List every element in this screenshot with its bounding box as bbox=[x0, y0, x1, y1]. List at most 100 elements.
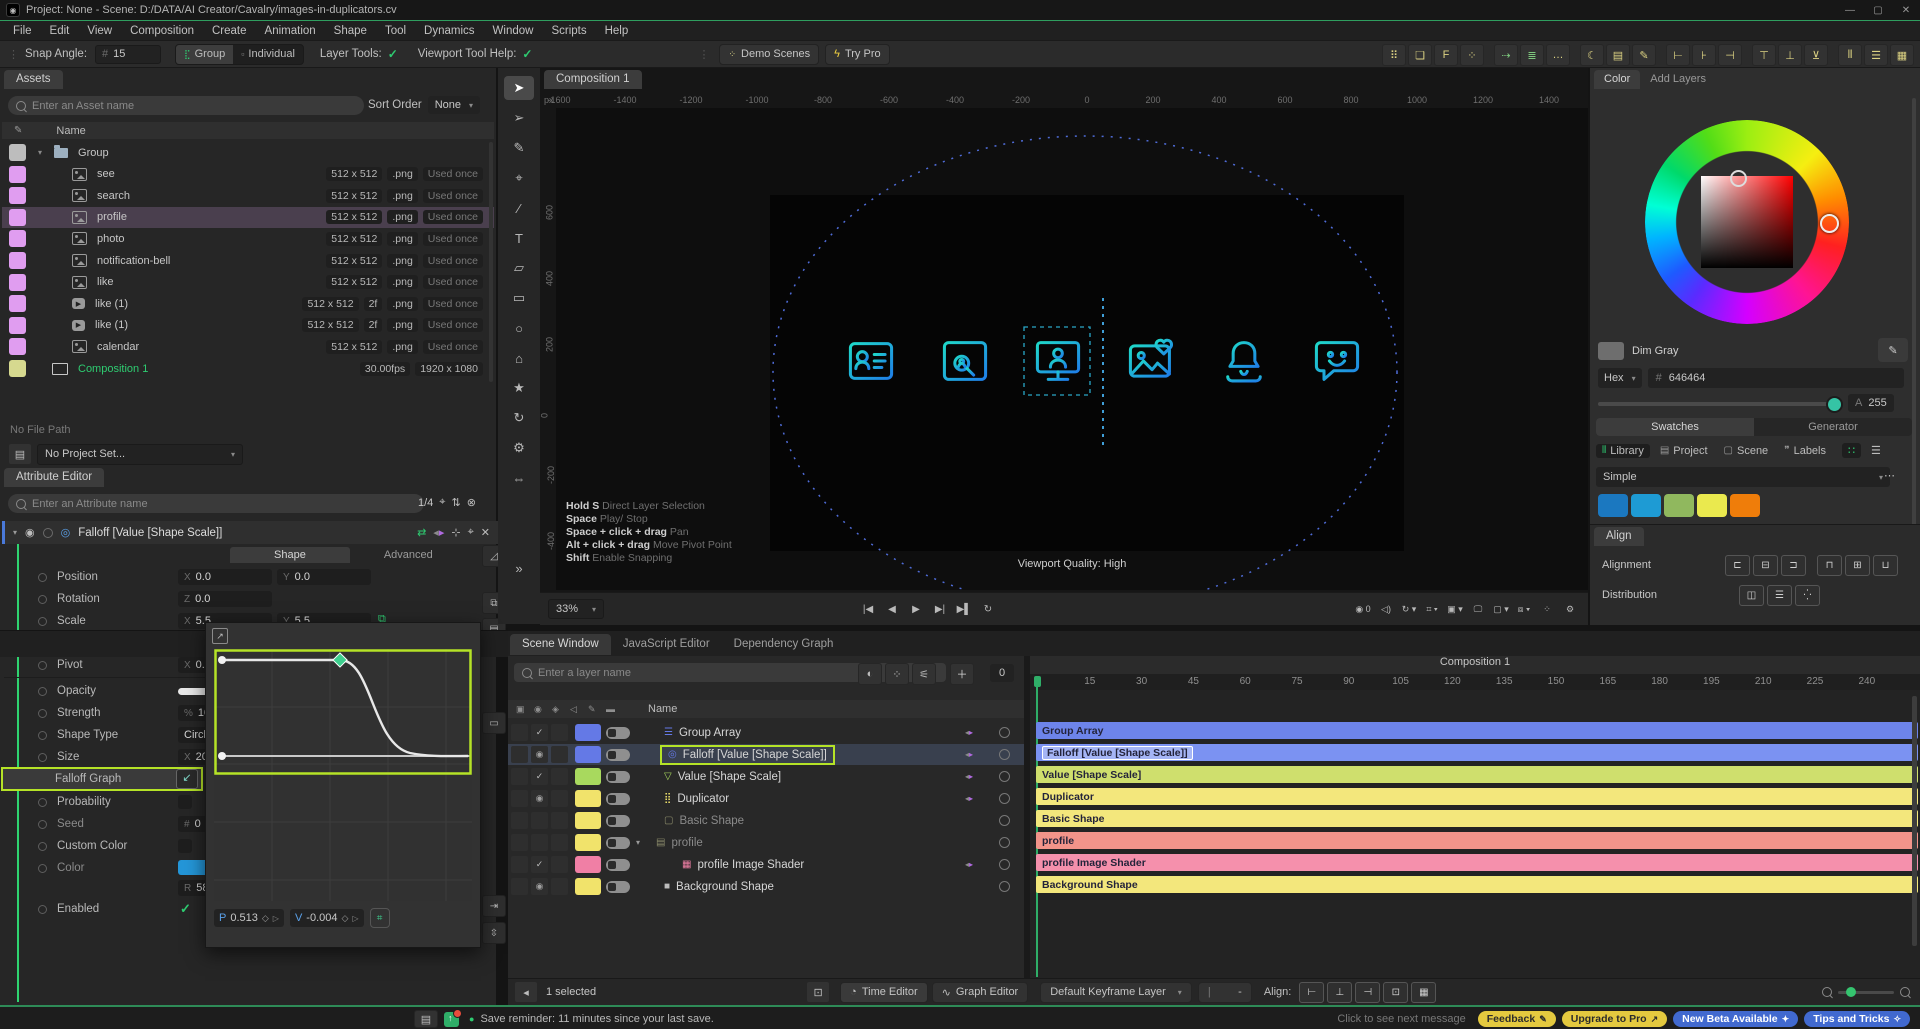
keyframe-dot[interactable] bbox=[38, 687, 47, 696]
group-mode-button[interactable]: ⣏ Group bbox=[176, 45, 233, 64]
menu-create[interactable]: Create bbox=[203, 25, 256, 37]
layer-circle-toggle[interactable] bbox=[999, 837, 1010, 848]
color-mode-select[interactable]: Hex▾ bbox=[1598, 368, 1642, 388]
viewport-canvas[interactable]: Hold S Direct Layer SelectionSpace Play/… bbox=[556, 108, 1588, 590]
swatch-chip[interactable] bbox=[1631, 494, 1661, 517]
expand-graph-icon[interactable]: ↗ bbox=[212, 628, 228, 644]
layer-row[interactable]: ✓▽Value [Shape Scale]◂▸ bbox=[508, 766, 1024, 787]
attribute-search-input[interactable]: Enter an Attribute name bbox=[8, 494, 424, 513]
layer-circle-toggle[interactable] bbox=[999, 771, 1010, 782]
menu-composition[interactable]: Composition bbox=[121, 25, 203, 37]
menu-tool[interactable]: Tool bbox=[376, 25, 415, 37]
zoom-selected-icon[interactable]: ⌖ bbox=[439, 496, 445, 509]
layer-circle-toggle[interactable] bbox=[999, 727, 1010, 738]
align-tab[interactable]: Align bbox=[1594, 527, 1644, 546]
columns-icon[interactable]: ⫴ bbox=[1838, 44, 1862, 66]
layer-circle-toggle[interactable] bbox=[999, 881, 1010, 892]
visibility-cell[interactable]: ◉ bbox=[531, 790, 548, 807]
chip-upgrade-to-pro[interactable]: Upgrade to Pro↗ bbox=[1562, 1011, 1667, 1027]
keyframe-dot[interactable] bbox=[38, 595, 47, 604]
hue-cursor[interactable] bbox=[1820, 214, 1839, 233]
lock-cell[interactable] bbox=[511, 812, 528, 829]
scatter-add-icon[interactable]: ⁘ bbox=[885, 663, 909, 685]
falloff-graph-button[interactable]: ↙ bbox=[176, 769, 198, 789]
dock-icon[interactable]: ⊡ bbox=[806, 981, 830, 1003]
chevron-down-icon[interactable]: ▾ bbox=[38, 148, 42, 157]
timeline-ruler[interactable]: 0153045607590105120135150165180195210225… bbox=[1030, 674, 1920, 690]
swatch-chip[interactable] bbox=[1664, 494, 1694, 517]
asset-color-swatch[interactable] bbox=[9, 338, 26, 355]
attr-field[interactable]: Z0.0 bbox=[178, 591, 272, 607]
cube-icon[interactable]: ❏ bbox=[1408, 44, 1432, 66]
next-frame-icon[interactable]: ▶| bbox=[930, 600, 950, 618]
layer-circle-toggle[interactable] bbox=[999, 859, 1010, 870]
align-middle-icon[interactable]: ⊥ bbox=[1778, 44, 1802, 66]
camera-badge[interactable]: ◉ 0 bbox=[1353, 600, 1373, 618]
menu-dynamics[interactable]: Dynamics bbox=[415, 25, 483, 37]
step-icon[interactable]: ▷ bbox=[273, 914, 279, 923]
asset-row[interactable]: calendar512 x 512.pngUsed once bbox=[2, 336, 494, 357]
screen-icon[interactable]: 🖵 bbox=[1468, 600, 1488, 618]
keyframe-value-field[interactable]: |- bbox=[1198, 982, 1252, 1003]
layer-row[interactable]: ◉⣿Duplicator◂▸ bbox=[508, 788, 1024, 809]
asset-color-swatch[interactable] bbox=[9, 209, 26, 226]
timeline-track-bar[interactable]: Duplicator bbox=[1036, 788, 1918, 805]
eyedropper-button[interactable]: ✎ bbox=[1878, 338, 1908, 362]
solo-cell[interactable] bbox=[551, 790, 568, 807]
settings-sliders-icon[interactable]: ⚟ bbox=[912, 663, 936, 685]
falloff-curve-graph[interactable] bbox=[214, 649, 472, 901]
time-editor-button[interactable]: ◔ Time Editor bbox=[840, 982, 927, 1003]
footer-align-1[interactable]: ⊥ bbox=[1327, 982, 1352, 1003]
keyframe-dot[interactable] bbox=[38, 905, 47, 914]
solo-circle-icon[interactable] bbox=[43, 528, 53, 538]
timeline-track-bar[interactable]: Group Array bbox=[1036, 722, 1918, 739]
rectangle-tool[interactable]: ▭ bbox=[504, 286, 534, 310]
layer-row[interactable]: ✓▦profile Image Shader◂▸ bbox=[508, 854, 1024, 875]
graph-editor-button[interactable]: ∿ Graph Editor bbox=[932, 982, 1029, 1003]
lock-cell[interactable] bbox=[511, 790, 528, 807]
swatch-options-icon[interactable]: ⋯ bbox=[1884, 469, 1895, 482]
lock-cell[interactable] bbox=[511, 856, 528, 873]
render-toggle[interactable] bbox=[606, 881, 630, 893]
alpha-field[interactable]: A255 bbox=[1848, 394, 1894, 412]
attribute-editor-tab[interactable]: Attribute Editor bbox=[4, 468, 104, 487]
asset-row[interactable]: photo512 x 512.pngUsed once bbox=[2, 228, 494, 249]
gear-tool[interactable]: ⚙ bbox=[504, 436, 534, 460]
footer-align-2[interactable]: ⊣ bbox=[1355, 982, 1380, 1003]
update-badge-icon[interactable]: ↑ bbox=[444, 1012, 459, 1027]
swatch-chip[interactable] bbox=[1598, 494, 1628, 517]
menu-animation[interactable]: Animation bbox=[256, 25, 325, 37]
menu-edit[interactable]: Edit bbox=[41, 25, 79, 37]
render-toggle[interactable] bbox=[606, 771, 630, 783]
asset-color-swatch[interactable] bbox=[9, 252, 26, 269]
timeline-track-bar[interactable]: Basic Shape bbox=[1036, 810, 1918, 827]
solo-cell[interactable] bbox=[551, 812, 568, 829]
image-icon[interactable]: ▣ ▾ bbox=[1445, 600, 1465, 618]
asset-row[interactable]: notification-bell512 x 512.pngUsed once bbox=[2, 250, 494, 271]
play-icon[interactable]: ▶ bbox=[906, 600, 926, 618]
asset-row[interactable]: ▾Group bbox=[2, 142, 494, 163]
keyframe-dot[interactable] bbox=[38, 820, 47, 829]
keyframe-dot[interactable] bbox=[38, 798, 47, 807]
menu-window[interactable]: Window bbox=[484, 25, 543, 37]
dashed-arrow-icon[interactable]: ⇢ bbox=[1494, 44, 1518, 66]
timeline-track-bar[interactable]: Falloff [Value [Shape Scale]] bbox=[1036, 744, 1918, 761]
layer-color-swatch[interactable] bbox=[575, 856, 601, 873]
message-log-icon[interactable]: ▤ bbox=[414, 1010, 438, 1028]
swatch-chip[interactable] bbox=[1697, 494, 1727, 517]
move-tool[interactable]: ⇔ bbox=[504, 466, 534, 490]
layer-row[interactable]: ▢Basic Shape bbox=[508, 810, 1024, 831]
align-button-0[interactable]: ⊏ bbox=[1725, 555, 1750, 576]
asset-row[interactable]: Composition 130.00fps1920 x 1080 bbox=[2, 358, 494, 379]
attr-checkbox[interactable] bbox=[178, 795, 192, 809]
footer-align-0[interactable]: ⊢ bbox=[1299, 982, 1324, 1003]
sort-order-control[interactable]: Sort Order None ▾ bbox=[368, 96, 480, 114]
delete-icon[interactable]: ▭ bbox=[482, 712, 506, 734]
menu-view[interactable]: View bbox=[78, 25, 121, 37]
asset-row[interactable]: ▶like (1)512 x 5122f.pngUsed once bbox=[2, 293, 494, 314]
go-start-icon[interactable]: |◀ bbox=[858, 600, 878, 618]
grid-view-icon[interactable]: ∷ bbox=[1842, 443, 1861, 458]
source-library[interactable]: ⫴Library bbox=[1596, 444, 1650, 458]
menu-help[interactable]: Help bbox=[596, 25, 638, 37]
close-icon[interactable]: ✕ bbox=[481, 526, 490, 539]
